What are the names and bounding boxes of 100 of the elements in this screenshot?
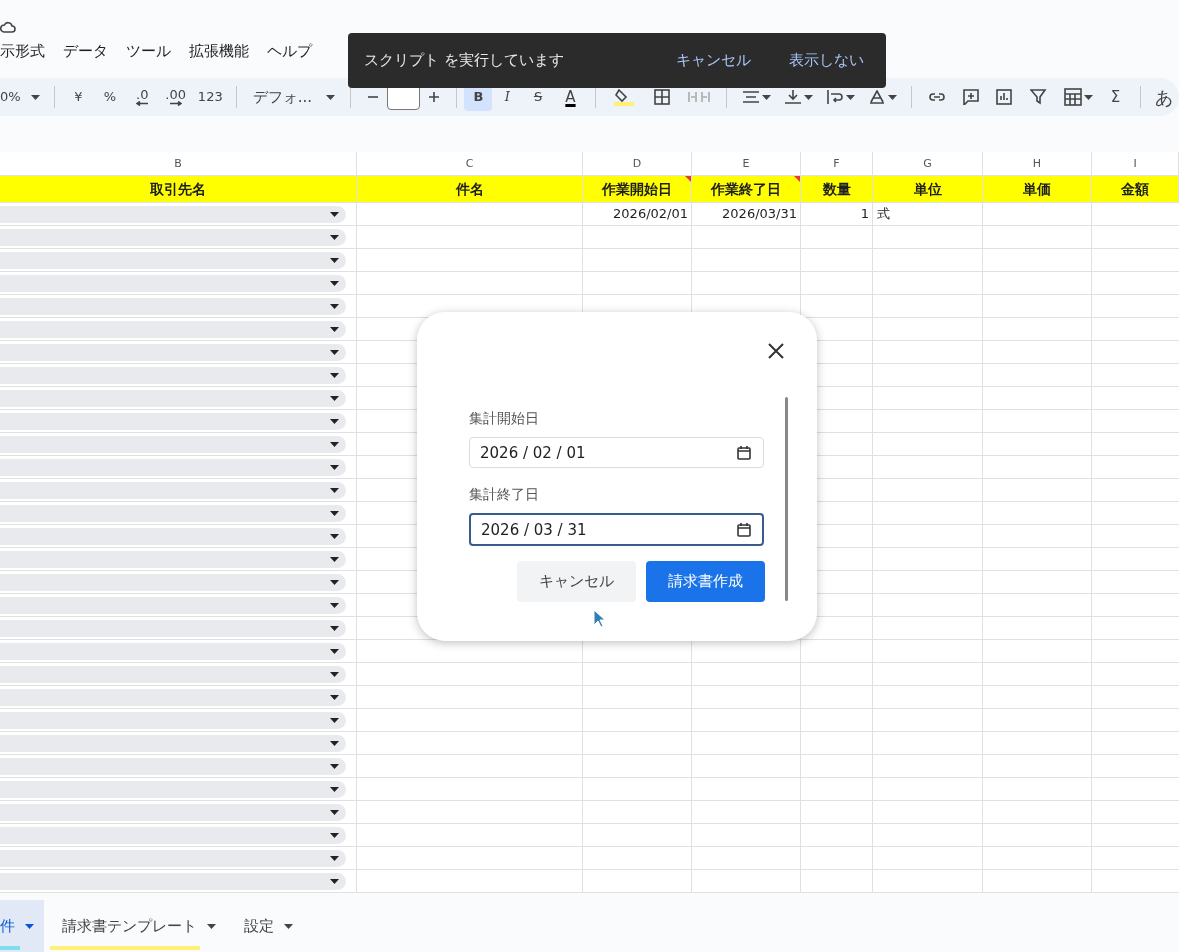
sheet-tab[interactable]: 請求書テンプレート bbox=[50, 900, 226, 952]
decrease-decimals-button[interactable]: .0 bbox=[125, 83, 159, 111]
dropdown-chip[interactable] bbox=[0, 505, 346, 522]
caret-icon bbox=[330, 235, 339, 240]
filter-icon[interactable] bbox=[1029, 89, 1048, 105]
chart-icon[interactable] bbox=[995, 89, 1014, 105]
dropdown-chip[interactable] bbox=[0, 252, 346, 269]
dropdown-chip[interactable] bbox=[0, 459, 346, 476]
input-tools-button[interactable]: あ bbox=[1149, 83, 1179, 111]
percent-button[interactable]: % bbox=[94, 83, 126, 111]
text-rotate-icon[interactable] bbox=[868, 90, 885, 104]
column-header[interactable]: H bbox=[983, 152, 1092, 176]
dropdown-chip[interactable] bbox=[0, 712, 346, 729]
borders-icon[interactable] bbox=[654, 89, 670, 105]
caret-icon bbox=[330, 672, 339, 677]
sheet-tab[interactable]: 設定 bbox=[232, 900, 303, 952]
column-header[interactable]: C bbox=[357, 152, 583, 176]
dropdown-chip[interactable] bbox=[0, 781, 346, 798]
cancel-button[interactable]: キャンセル bbox=[517, 561, 636, 602]
dropdown-chip[interactable] bbox=[0, 482, 346, 499]
menu-item[interactable]: ヘルプ bbox=[267, 39, 312, 63]
column-header[interactable]: B bbox=[0, 152, 357, 176]
text-color-button[interactable]: A bbox=[553, 83, 588, 111]
submit-button[interactable]: 請求書作成 bbox=[646, 561, 765, 602]
menu-item[interactable]: 拡張機能 bbox=[189, 39, 249, 63]
calendar-icon[interactable] bbox=[737, 523, 751, 537]
comment-icon[interactable] bbox=[961, 89, 980, 105]
strikethrough-button[interactable]: S bbox=[522, 83, 554, 111]
dropdown-chip[interactable] bbox=[0, 689, 346, 706]
number-format-button[interactable]: 123 bbox=[192, 83, 229, 111]
dropdown-chip[interactable] bbox=[0, 367, 346, 384]
caret-icon[interactable] bbox=[1083, 94, 1093, 100]
dropdown-chip[interactable] bbox=[0, 229, 346, 246]
currency-button[interactable]: ¥ bbox=[62, 83, 95, 111]
dropdown-chip[interactable] bbox=[0, 321, 346, 338]
dropdown-chip[interactable] bbox=[0, 597, 346, 614]
text-wrap-icon[interactable] bbox=[826, 90, 843, 104]
dropdown-chip[interactable] bbox=[0, 275, 346, 292]
vertical-align-icon[interactable] bbox=[784, 90, 801, 104]
caret-icon bbox=[330, 557, 339, 562]
dropdown-chip[interactable] bbox=[0, 873, 346, 890]
grid-cell[interactable]: 2026/02/01 bbox=[583, 203, 692, 226]
menu-item[interactable]: ツール bbox=[126, 39, 171, 63]
dropdown-chip[interactable] bbox=[0, 735, 346, 752]
column-header[interactable]: I bbox=[1092, 152, 1179, 176]
caret-icon bbox=[330, 718, 339, 723]
dropdown-chip[interactable] bbox=[0, 551, 346, 568]
caret-icon[interactable] bbox=[845, 94, 855, 100]
caret-icon bbox=[330, 741, 339, 746]
menu-item[interactable]: 示形式 bbox=[0, 39, 45, 63]
dropdown-chip[interactable] bbox=[0, 666, 346, 683]
zoom-dropdown[interactable]: 0% bbox=[0, 83, 46, 111]
caret-icon bbox=[330, 327, 339, 332]
dropdown-chip[interactable] bbox=[0, 620, 346, 637]
fill-color-icon[interactable] bbox=[614, 88, 634, 106]
caret-icon bbox=[330, 856, 339, 861]
dropdown-chip[interactable] bbox=[0, 804, 346, 821]
dropdown-chip[interactable] bbox=[0, 850, 346, 867]
dropdown-chip[interactable] bbox=[0, 206, 346, 223]
grid-cell[interactable]: 1 bbox=[801, 203, 873, 226]
caret-icon[interactable] bbox=[887, 94, 897, 100]
dropdown-chip[interactable] bbox=[0, 528, 346, 545]
plus-icon[interactable] bbox=[427, 91, 440, 103]
toast-action-link[interactable]: 表示しない bbox=[783, 45, 870, 76]
header-cell: 単価 bbox=[983, 176, 1092, 203]
caret-icon[interactable] bbox=[325, 94, 335, 100]
italic-button[interactable]: I bbox=[492, 83, 523, 111]
dropdown-chip[interactable] bbox=[0, 827, 346, 844]
sheet-tab[interactable]: 件 bbox=[0, 900, 44, 952]
date-field[interactable]: 2026 / 03 / 31 bbox=[469, 513, 764, 546]
align-icon[interactable] bbox=[742, 90, 759, 104]
caret-icon[interactable] bbox=[761, 94, 771, 100]
scrollbar[interactable] bbox=[785, 397, 788, 601]
column-header[interactable]: G bbox=[873, 152, 983, 176]
grid-cell[interactable]: 2026/03/31 bbox=[692, 203, 801, 226]
increase-decimals-button[interactable]: .00 bbox=[158, 83, 193, 111]
column-header[interactable]: D bbox=[583, 152, 692, 176]
functions-icon[interactable] bbox=[1063, 88, 1082, 106]
close-icon[interactable] bbox=[768, 343, 784, 359]
dropdown-chip[interactable] bbox=[0, 643, 346, 660]
sum-button[interactable]: Σ bbox=[1098, 83, 1133, 111]
font-dropdown[interactable]: デフォ... bbox=[245, 83, 343, 111]
grid-cell[interactable]: 式 bbox=[873, 203, 983, 226]
calendar-icon[interactable] bbox=[737, 446, 751, 460]
dropdown-chip[interactable] bbox=[0, 413, 346, 430]
dropdown-chip[interactable] bbox=[0, 298, 346, 315]
cloud-icon[interactable] bbox=[0, 20, 16, 33]
column-header[interactable]: F bbox=[801, 152, 873, 176]
toast-action-link[interactable]: キャンセル bbox=[670, 45, 757, 76]
dropdown-chip[interactable] bbox=[0, 390, 346, 407]
caret-icon[interactable] bbox=[30, 94, 40, 100]
column-header[interactable]: E bbox=[692, 152, 801, 176]
caret-icon bbox=[330, 488, 339, 493]
dropdown-chip[interactable] bbox=[0, 574, 346, 591]
dropdown-chip[interactable] bbox=[0, 436, 346, 453]
date-field[interactable]: 2026 / 02 / 01 bbox=[469, 437, 764, 468]
dropdown-chip[interactable] bbox=[0, 344, 346, 361]
dropdown-chip[interactable] bbox=[0, 758, 346, 775]
menu-item[interactable]: データ bbox=[63, 39, 108, 63]
caret-icon[interactable] bbox=[803, 94, 813, 100]
